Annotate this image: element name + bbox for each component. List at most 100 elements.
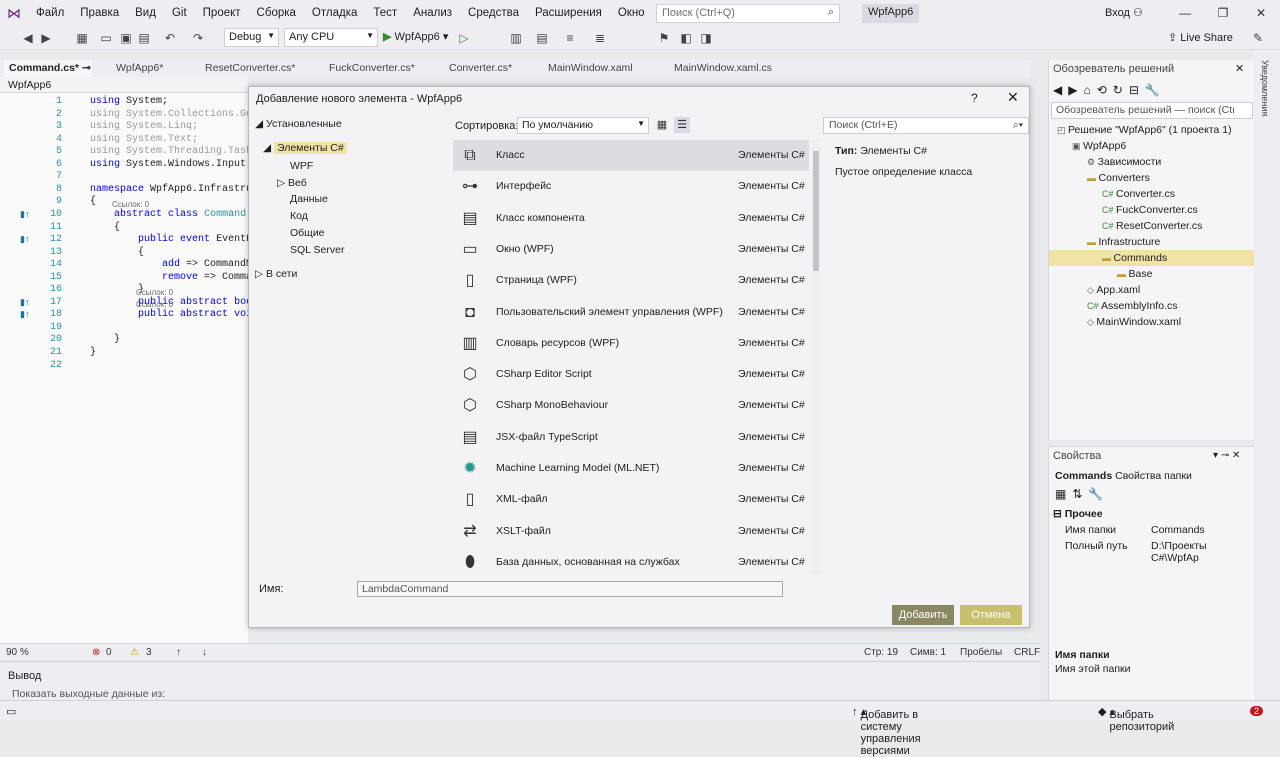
tab-wpfapp6[interactable]: WpfApp6*	[116, 60, 163, 77]
code-line[interactable]: using System.Windows.Input;	[90, 159, 252, 170]
cancel-button[interactable]: Отмена	[960, 605, 1022, 625]
notifications-tab[interactable]: Уведомления	[1260, 60, 1270, 116]
menu-item[interactable]: Git	[164, 0, 195, 26]
save-icon[interactable]: ▣	[118, 30, 134, 46]
menu-item[interactable]: Файл	[28, 0, 72, 26]
folder-icon[interactable]: ▥	[508, 30, 524, 46]
menu-item[interactable]: Средства	[460, 0, 527, 26]
code-line[interactable]: abstract class Command	[90, 209, 252, 220]
tree-category[interactable]: Данные	[290, 192, 328, 206]
override-marker-icon[interactable]: ▮↑	[20, 234, 29, 245]
code-line[interactable]: using System.Collections.Gen	[90, 109, 258, 120]
template-item[interactable]: ⬮ База данных, основанная на службах Элеме…	[453, 547, 809, 575]
categorized-icon[interactable]: ▦	[1055, 487, 1072, 501]
property-value[interactable]: D:\Проекты C#\WpfAp	[1151, 540, 1254, 564]
grid-view-icon[interactable]: ▦	[654, 117, 670, 133]
sort-dropdown[interactable]: По умолчанию ▼	[517, 117, 649, 134]
tree-category[interactable]: Общие	[290, 226, 325, 240]
template-search-input[interactable]: Поиск (Ctrl+E) ⌕▾	[823, 117, 1029, 134]
close-icon[interactable]: ✕	[1242, 0, 1280, 26]
arrow-up-icon[interactable]: ↑	[176, 647, 181, 658]
sync-icon[interactable]: ⟲	[1097, 83, 1113, 97]
scrollbar-thumb[interactable]	[813, 151, 819, 271]
template-item[interactable]: ▭ Окно (WPF) Элементы C#	[453, 234, 809, 265]
pin-icon[interactable]: ⊸	[1221, 450, 1229, 461]
pin-icon[interactable]: ⊸	[82, 62, 91, 74]
template-item[interactable]: ▥ Словарь ресурсов (WPF) Элементы C#	[453, 328, 809, 359]
template-item[interactable]: ▯ XML-файл Элементы C#	[453, 484, 809, 515]
collapse-icon[interactable]: ⊟	[1129, 83, 1145, 97]
template-list-scrollbar[interactable]	[811, 139, 821, 575]
tree-category[interactable]: WPF	[290, 159, 313, 173]
bookmark-prev-icon[interactable]: ◧	[678, 30, 694, 46]
menu-item[interactable]: Тест	[365, 0, 405, 26]
zoom-level[interactable]: 90 %	[6, 647, 29, 658]
template-item[interactable]: ▯ Страница (WPF) Элементы C#	[453, 265, 809, 296]
home-icon[interactable]: ⌂	[1083, 83, 1096, 97]
whitespace-indicator[interactable]: Пробелы	[960, 647, 1002, 658]
code-line[interactable]: add => CommandMa	[90, 259, 258, 270]
tab-fuck-converter[interactable]: FuckConverter.cs*	[329, 60, 415, 77]
code-line[interactable]: {	[90, 247, 144, 258]
undo-icon[interactable]: ↶	[162, 30, 178, 46]
template-item[interactable]: ◘ Пользовательский элемент управления (WP…	[453, 297, 809, 328]
override-marker-icon[interactable]: ▮↑	[20, 209, 29, 220]
property-key[interactable]: Имя папки	[1065, 524, 1116, 536]
template-item[interactable]: ✹ Machine Learning Model (ML.NET) Элементы…	[453, 453, 809, 484]
tree-installed[interactable]: ◢ Установленные	[255, 117, 342, 131]
code-editor[interactable]: 1 using System; 2 using System.Collections.…	[0, 93, 258, 643]
reference-count[interactable]: Ссылок: 0	[112, 200, 149, 209]
solution-tree-item[interactable]: C# ResetConverter.cs	[1049, 218, 1255, 234]
template-item[interactable]: ⧉ Класс Элементы C#	[453, 140, 809, 171]
solution-tree-item[interactable]: ▬ Base	[1049, 266, 1255, 282]
run-without-debug-icon[interactable]: ▷	[456, 30, 472, 46]
template-item[interactable]: ⬡ CSharp Editor Script Элементы C#	[453, 359, 809, 390]
menu-item[interactable]: Проект	[195, 0, 249, 26]
tab-command-cs[interactable]: Command.cs* ⊸ ✕	[4, 60, 92, 91]
feedback-icon[interactable]: ✎	[1250, 30, 1266, 46]
solution-tree-item[interactable]: ◇ MainWindow.xaml	[1049, 314, 1255, 330]
forward-icon[interactable]: ▶	[38, 30, 54, 46]
name-input[interactable]: LambdaCommand	[357, 581, 783, 597]
dialog-close-icon[interactable]: ✕	[1007, 89, 1019, 106]
notification-badge[interactable]: 2	[1250, 706, 1264, 716]
menu-item[interactable]: Анализ	[405, 0, 460, 26]
properties-group[interactable]: ⊟ Прочее	[1053, 508, 1103, 520]
tree-category[interactable]: Код	[290, 209, 308, 223]
comment-icon[interactable]: ≣	[592, 30, 608, 46]
platform-dropdown[interactable]: Any CPU ▼	[284, 28, 378, 47]
close-icon[interactable]: ✕	[1235, 62, 1244, 75]
template-item[interactable]: ⊶ Интерфейс Элементы C#	[453, 171, 809, 202]
tab-mainwindow-xaml-cs[interactable]: MainWindow.xaml.cs	[674, 60, 772, 77]
add-button[interactable]: Добавить	[892, 605, 954, 625]
redo-icon[interactable]: ↷	[190, 30, 206, 46]
code-line[interactable]: remove => Comman	[90, 272, 258, 283]
solution-tree-item[interactable]: ◇ App.xaml	[1049, 282, 1255, 298]
tree-online[interactable]: ▷ В сети	[255, 267, 297, 281]
layout-icon[interactable]: ▤	[534, 30, 550, 46]
menu-item[interactable]: Вид	[127, 0, 164, 26]
solution-tree-item[interactable]: ▣ WpfApp6	[1049, 138, 1255, 154]
solution-tree-item[interactable]: ▬ Infrastructure	[1049, 234, 1255, 250]
back-icon[interactable]: ◀	[20, 30, 36, 46]
close-icon[interactable]: ✕	[1232, 450, 1240, 461]
bookmark-icon[interactable]: ⚑	[656, 30, 672, 46]
eol-indicator[interactable]: CRLF	[1014, 647, 1040, 658]
properties-object[interactable]: Commands Свойства папки	[1055, 470, 1192, 482]
wrench-icon[interactable]: 🔧	[1145, 83, 1166, 97]
select-repo-button[interactable]: ◆ Выбрать репозиторий ▴	[1098, 705, 1174, 733]
maximize-icon[interactable]: ❐	[1204, 0, 1242, 26]
code-line[interactable]: public abstract bool	[90, 297, 258, 308]
code-line[interactable]: }	[90, 347, 96, 358]
code-line[interactable]: public event EventHa	[90, 234, 258, 245]
solution-tree-item[interactable]: ▬ Commands	[1049, 250, 1255, 266]
code-line[interactable]: using System.Threading.Tasks	[90, 146, 258, 157]
property-value[interactable]: Commands	[1151, 524, 1205, 536]
tree-category[interactable]: ▷ Веб	[277, 176, 307, 190]
run-button[interactable]: ▶ WpfApp6 ▾	[383, 30, 448, 43]
error-count[interactable]: 0	[106, 647, 112, 658]
tab-mainwindow-xaml[interactable]: MainWindow.xaml	[548, 60, 633, 77]
menu-item[interactable]: Окно	[610, 0, 653, 26]
dropdown-icon[interactable]: ▾	[1213, 450, 1218, 461]
template-item[interactable]: ▤ Класс компонента Элементы C#	[453, 203, 809, 234]
